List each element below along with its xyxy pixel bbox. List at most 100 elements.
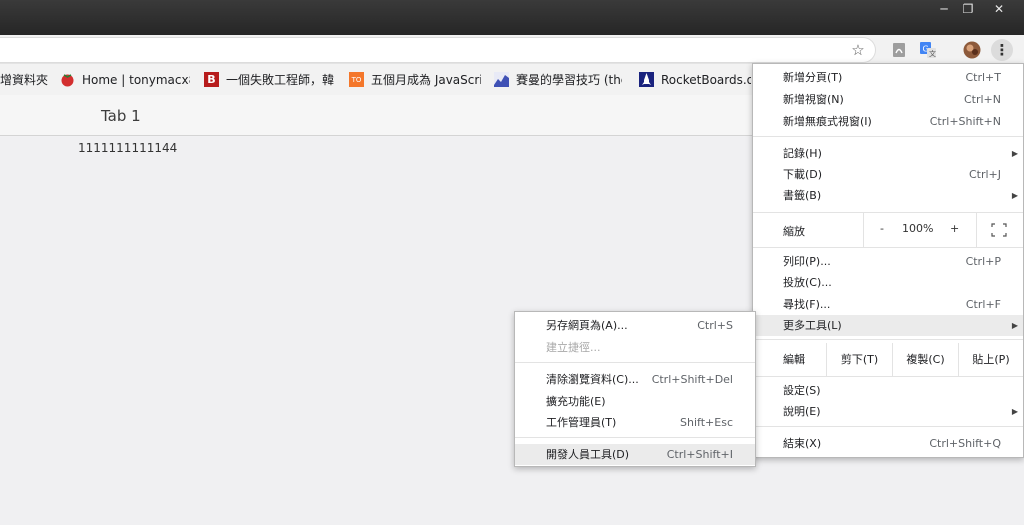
- menu-item-label: 設定(S): [783, 384, 821, 397]
- edit-row: 編輯 剪下(T) 複製(C) 貼上(P): [753, 343, 1023, 376]
- menu-item-label: 工作管理員(T): [546, 416, 617, 429]
- menu-item-new-window[interactable]: 新增視窗(N) Ctrl+N: [753, 89, 1023, 110]
- to-icon: TO: [349, 72, 364, 87]
- menu-item-settings[interactable]: 設定(S): [753, 380, 1023, 401]
- blogger-b-icon: B: [204, 72, 219, 87]
- menu-item-shortcut: Ctrl+Shift+I: [666, 448, 733, 461]
- browser-toolbar: ☆ G文 ⋮: [0, 35, 1024, 64]
- edit-label: 編輯: [783, 353, 805, 366]
- menu-item-shortcut: Ctrl+P: [965, 255, 1001, 268]
- bookmark-label: 賽曼的學習技巧 (the: [516, 73, 622, 87]
- bookmark-failed-engineer[interactable]: B 一個失敗工程師，韓: [204, 64, 336, 95]
- menu-item-shortcut: Ctrl+T: [965, 71, 1001, 84]
- menu-item-label: 說明(E): [783, 405, 821, 418]
- bookmark-tonymacx86[interactable]: Home | tonymacx86: [60, 64, 190, 95]
- tomato-icon: [60, 72, 75, 87]
- translate-icon[interactable]: G文: [917, 39, 939, 61]
- bookmark-label: RocketBoards.org: [661, 72, 751, 87]
- zoom-row: 縮放 - 100% +: [753, 213, 1023, 247]
- menu-item-help[interactable]: 說明(E) ▶: [753, 401, 1023, 422]
- menu-separator: [753, 247, 1023, 248]
- tab-1[interactable]: Tab 1: [101, 107, 141, 125]
- restore-button[interactable]: ❐: [953, 0, 983, 20]
- pdf-extension-icon[interactable]: [888, 39, 910, 61]
- menu-separator: [753, 136, 1023, 137]
- menu-item-label: 新增無痕式視窗(I): [783, 115, 872, 128]
- bookmark-learning-techniques[interactable]: 賽曼的學習技巧 (the: [494, 64, 622, 95]
- page-tab-strip: Tab 1: [0, 95, 752, 136]
- profile-avatar[interactable]: [961, 39, 983, 61]
- rocket-icon: [639, 72, 654, 87]
- menu-item-exit[interactable]: 結束(X) Ctrl+Shift+Q: [753, 433, 1023, 454]
- menu-item-label: 建立捷徑...: [546, 341, 601, 354]
- submenu-arrow-icon: ▶: [1011, 149, 1018, 158]
- svg-text:文: 文: [929, 49, 936, 58]
- menu-item-new-incognito[interactable]: 新增無痕式視窗(I) Ctrl+Shift+N: [753, 111, 1023, 132]
- submenu-item-save-page[interactable]: 另存網頁為(A)... Ctrl+S: [515, 315, 755, 336]
- menu-item-cast[interactable]: 投放(C)...: [753, 272, 1023, 293]
- submenu-arrow-icon: ▶: [1011, 191, 1018, 200]
- chrome-main-menu: 新增分頁(T) Ctrl+T 新增視窗(N) Ctrl+N 新增無痕式視窗(I)…: [752, 63, 1024, 458]
- menu-item-print[interactable]: 列印(P)... Ctrl+P: [753, 251, 1023, 272]
- menu-item-shortcut: Ctrl+Shift+Del: [651, 373, 733, 386]
- fullscreen-icon: [991, 223, 1007, 237]
- submenu-item-dev-tools[interactable]: 開發人員工具(D) Ctrl+Shift+I: [515, 444, 755, 465]
- menu-item-shortcut: Ctrl+Shift+N: [929, 115, 1001, 128]
- menu-item-label: 書籤(B): [783, 189, 822, 202]
- zoom-out-button[interactable]: -: [880, 222, 884, 235]
- content-text: 1111111111144: [78, 141, 178, 155]
- zoom-label: 縮放: [783, 225, 805, 238]
- menu-item-shortcut: Shift+Esc: [680, 416, 733, 429]
- submenu-item-extensions[interactable]: 擴充功能(E): [515, 391, 755, 412]
- menu-item-label: 新增分頁(T): [783, 71, 843, 84]
- zoom-level: 100%: [902, 222, 934, 235]
- menu-item-more-tools[interactable]: 更多工具(L) ▶: [753, 315, 1023, 336]
- menu-item-shortcut: Ctrl+F: [965, 298, 1001, 311]
- menu-item-label: 更多工具(L): [783, 319, 842, 332]
- menu-item-downloads[interactable]: 下載(D) Ctrl+J: [753, 164, 1023, 185]
- menu-item-label: 投放(C)...: [783, 276, 832, 289]
- submenu-item-task-manager[interactable]: 工作管理員(T) Shift+Esc: [515, 412, 755, 433]
- submenu-arrow-icon: ▶: [1011, 321, 1018, 330]
- more-tools-submenu: 另存網頁為(A)... Ctrl+S 建立捷徑... 清除瀏覽資料(C)... …: [514, 311, 756, 467]
- menu-item-label: 結束(X): [783, 437, 822, 450]
- zoom-controls: - 100% +: [863, 213, 976, 247]
- bookmark-label: 增資料夾: [0, 73, 49, 87]
- menu-item-label: 開發人員工具(D): [546, 448, 630, 461]
- menu-item-bookmarks[interactable]: 書籤(B) ▶: [753, 185, 1023, 206]
- bookmark-rocketboards[interactable]: RocketBoards.org: [639, 64, 751, 95]
- menu-item-history[interactable]: 記錄(H) ▶: [753, 143, 1023, 164]
- zoom-in-button[interactable]: +: [950, 222, 959, 235]
- menu-item-shortcut: Ctrl+S: [697, 319, 733, 332]
- menu-item-label: 清除瀏覽資料(C)...: [546, 373, 639, 386]
- bookmark-label: Home | tonymacx86: [82, 72, 190, 87]
- menu-separator: [515, 437, 755, 438]
- submenu-item-create-shortcut: 建立捷徑...: [515, 337, 755, 358]
- menu-item-find[interactable]: 尋找(F)... Ctrl+F: [753, 294, 1023, 315]
- menu-item-shortcut: Ctrl+N: [963, 93, 1001, 106]
- title-bar: ─ ❐ ✕: [0, 0, 1024, 35]
- submenu-item-clear-data[interactable]: 清除瀏覽資料(C)... Ctrl+Shift+Del: [515, 369, 755, 390]
- menu-item-label: 記錄(H): [783, 147, 822, 160]
- bookmark-star-icon[interactable]: ☆: [847, 39, 869, 61]
- chrome-menu-button[interactable]: ⋮: [991, 39, 1013, 61]
- close-button[interactable]: ✕: [984, 0, 1014, 20]
- bookmark-folder-item[interactable]: 增資料夾: [0, 64, 50, 95]
- menu-separator: [753, 339, 1023, 340]
- fullscreen-button[interactable]: [976, 213, 1023, 247]
- copy-button[interactable]: 複製(C): [892, 343, 958, 376]
- menu-separator: [753, 426, 1023, 427]
- menu-item-shortcut: Ctrl+Shift+Q: [929, 437, 1001, 450]
- paste-button[interactable]: 貼上(P): [958, 343, 1023, 376]
- menu-item-label: 擴充功能(E): [546, 395, 606, 408]
- bookmark-label: 五個月成為 JavaScript: [371, 73, 481, 87]
- menu-item-label: 下載(D): [783, 168, 823, 181]
- menu-item-label: 新增視窗(N): [783, 93, 844, 106]
- bookmark-label: 一個失敗工程師，韓: [226, 73, 335, 87]
- bookmark-javascript-course[interactable]: TO 五個月成為 JavaScript: [349, 64, 481, 95]
- cut-button[interactable]: 剪下(T): [826, 343, 892, 376]
- address-bar[interactable]: [0, 37, 876, 63]
- menu-item-new-tab[interactable]: 新增分頁(T) Ctrl+T: [753, 67, 1023, 88]
- menu-separator: [515, 362, 755, 363]
- menu-item-shortcut: Ctrl+J: [968, 168, 1001, 181]
